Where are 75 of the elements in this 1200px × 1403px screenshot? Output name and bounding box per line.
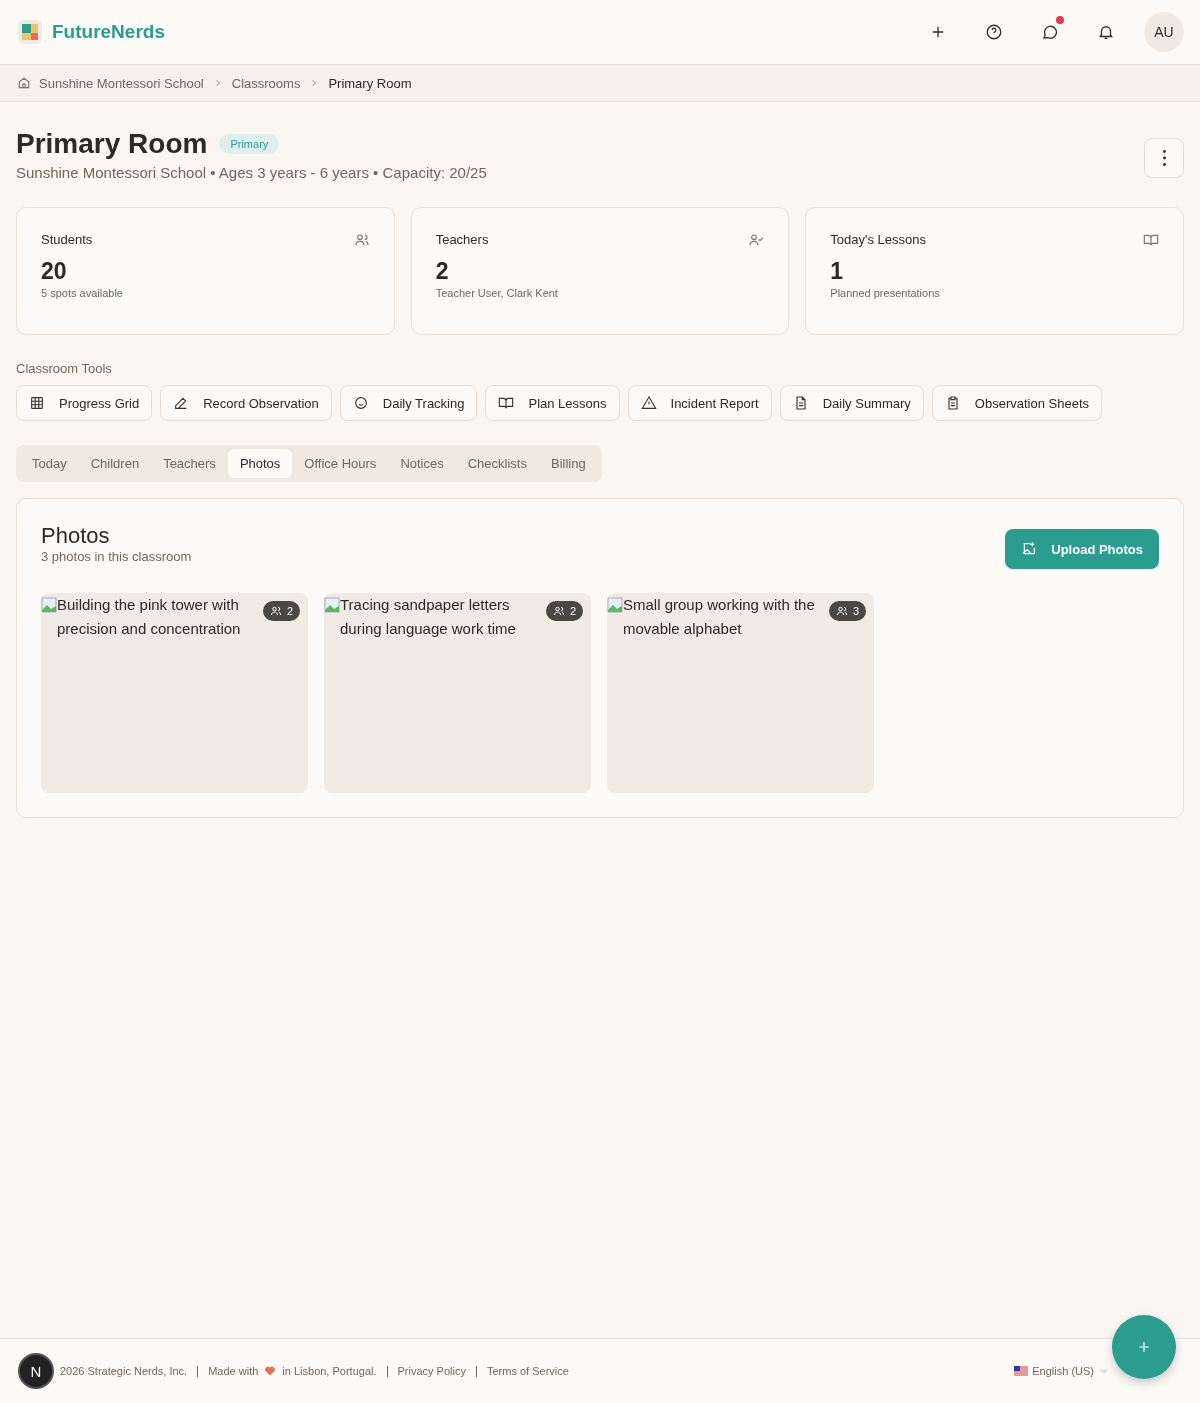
photo-tile[interactable]: Building the pink tower with precision and concentration 2 <box>41 593 308 793</box>
photo-tile[interactable]: Small group working with the movable alphabet 3 <box>607 593 874 793</box>
page-title: Primary Room <box>16 128 208 160</box>
stat-note: Teacher User, Clark Kent <box>435 287 559 299</box>
image-alt-text: Tracing sandpaper letters during language work time <box>340 595 517 639</box>
warning-icon <box>640 395 657 411</box>
home-icon <box>17 76 31 90</box>
user-check-icon <box>748 232 765 248</box>
chat-bubble-icon <box>1041 23 1059 41</box>
add-fab-button[interactable] <box>1112 1315 1176 1379</box>
tool-button[interactable]: Record Observation <box>160 385 332 421</box>
stat-label: Students <box>41 232 93 248</box>
section-label: Classroom Tools <box>16 361 113 376</box>
footer-link[interactable]: Terms of Service <box>486 1365 569 1377</box>
broken-image-icon <box>324 597 340 613</box>
help-icon <box>985 23 1003 41</box>
stat-note: 5 spots available <box>41 287 124 299</box>
people-count-badge: 3 <box>828 601 866 621</box>
tab[interactable]: Checklists <box>455 449 539 478</box>
breadcrumb-link[interactable]: Primary Room <box>328 75 412 91</box>
tab[interactable]: Notices <box>388 449 456 478</box>
stat-note: Planned presentations <box>830 287 941 299</box>
broken-image-icon <box>41 597 57 613</box>
tool-button[interactable]: Plan Lessons <box>485 385 620 421</box>
face-icon <box>352 395 369 411</box>
tool-button[interactable]: Progress Grid <box>16 385 153 421</box>
page-subtitle: Sunshine Montessori School • Ages 3 years - 6 years • Capacity: 20/25 <box>16 164 487 181</box>
bell-icon <box>1097 23 1115 41</box>
stat-value: 2 <box>435 258 450 285</box>
stat-label: Today's Lessons <box>830 232 927 248</box>
panel-title: Photos <box>41 523 111 549</box>
people-count-badge: 2 <box>545 601 583 621</box>
flag-icon <box>1014 1366 1029 1376</box>
stat-label: Teachers <box>435 232 489 248</box>
location-text: in Lisbon, Portugal. <box>282 1365 377 1377</box>
stat-value: 20 <box>41 258 68 285</box>
users-icon <box>835 605 848 617</box>
photo-tile[interactable]: Tracing sandpaper letters during language work time 2 <box>324 593 591 793</box>
image-alt-text: Small group working with the movable alphabet <box>623 595 816 639</box>
add-image-icon <box>1021 541 1038 557</box>
copyright-text: 2026 Strategic Nerds, Inc. <box>60 1365 188 1377</box>
tab[interactable]: Billing <box>539 449 598 478</box>
panel-subtitle: 3 photos in this classroom <box>41 549 192 564</box>
users-icon <box>269 605 282 617</box>
tool-button[interactable]: Daily Summary <box>779 385 924 421</box>
level-badge: Primary <box>219 134 280 154</box>
plus-icon <box>1136 1339 1152 1355</box>
tab[interactable]: Office Hours <box>292 449 389 478</box>
users-icon <box>552 605 565 617</box>
tab[interactable]: Teachers <box>151 449 228 478</box>
tool-button[interactable]: Daily Tracking <box>339 385 478 421</box>
grid-icon <box>29 395 45 411</box>
tool-button[interactable]: Observation Sheets <box>931 385 1102 421</box>
heart-icon <box>264 1365 277 1377</box>
user-avatar[interactable]: AU <box>1144 12 1184 52</box>
book-icon <box>1143 232 1159 248</box>
n-logo: N <box>18 1353 54 1389</box>
footer-link[interactable]: Privacy Policy <box>397 1365 466 1377</box>
tool-button[interactable]: Incident Report <box>627 385 772 421</box>
people-count-badge: 2 <box>262 601 300 621</box>
users-icon <box>353 232 370 248</box>
tab[interactable]: Children <box>78 449 152 478</box>
more-icon <box>1162 150 1166 166</box>
image-alt-text: Building the pink tower with precision and concentration <box>57 595 242 639</box>
language-selector[interactable]: English (US) <box>1014 1365 1110 1377</box>
tab[interactable]: Photos <box>227 449 293 478</box>
stat-value: 1 <box>830 258 845 285</box>
book-icon <box>498 395 515 411</box>
logo-icon <box>18 20 42 44</box>
brand-name: FutureNerds <box>52 21 165 43</box>
broken-image-icon <box>607 597 623 613</box>
made-with-text: Made with <box>208 1365 259 1377</box>
tab[interactable]: Today <box>20 449 79 478</box>
breadcrumb-link[interactable]: Classrooms <box>231 75 301 91</box>
breadcrumb-link[interactable]: Sunshine Montessori School <box>39 75 204 91</box>
